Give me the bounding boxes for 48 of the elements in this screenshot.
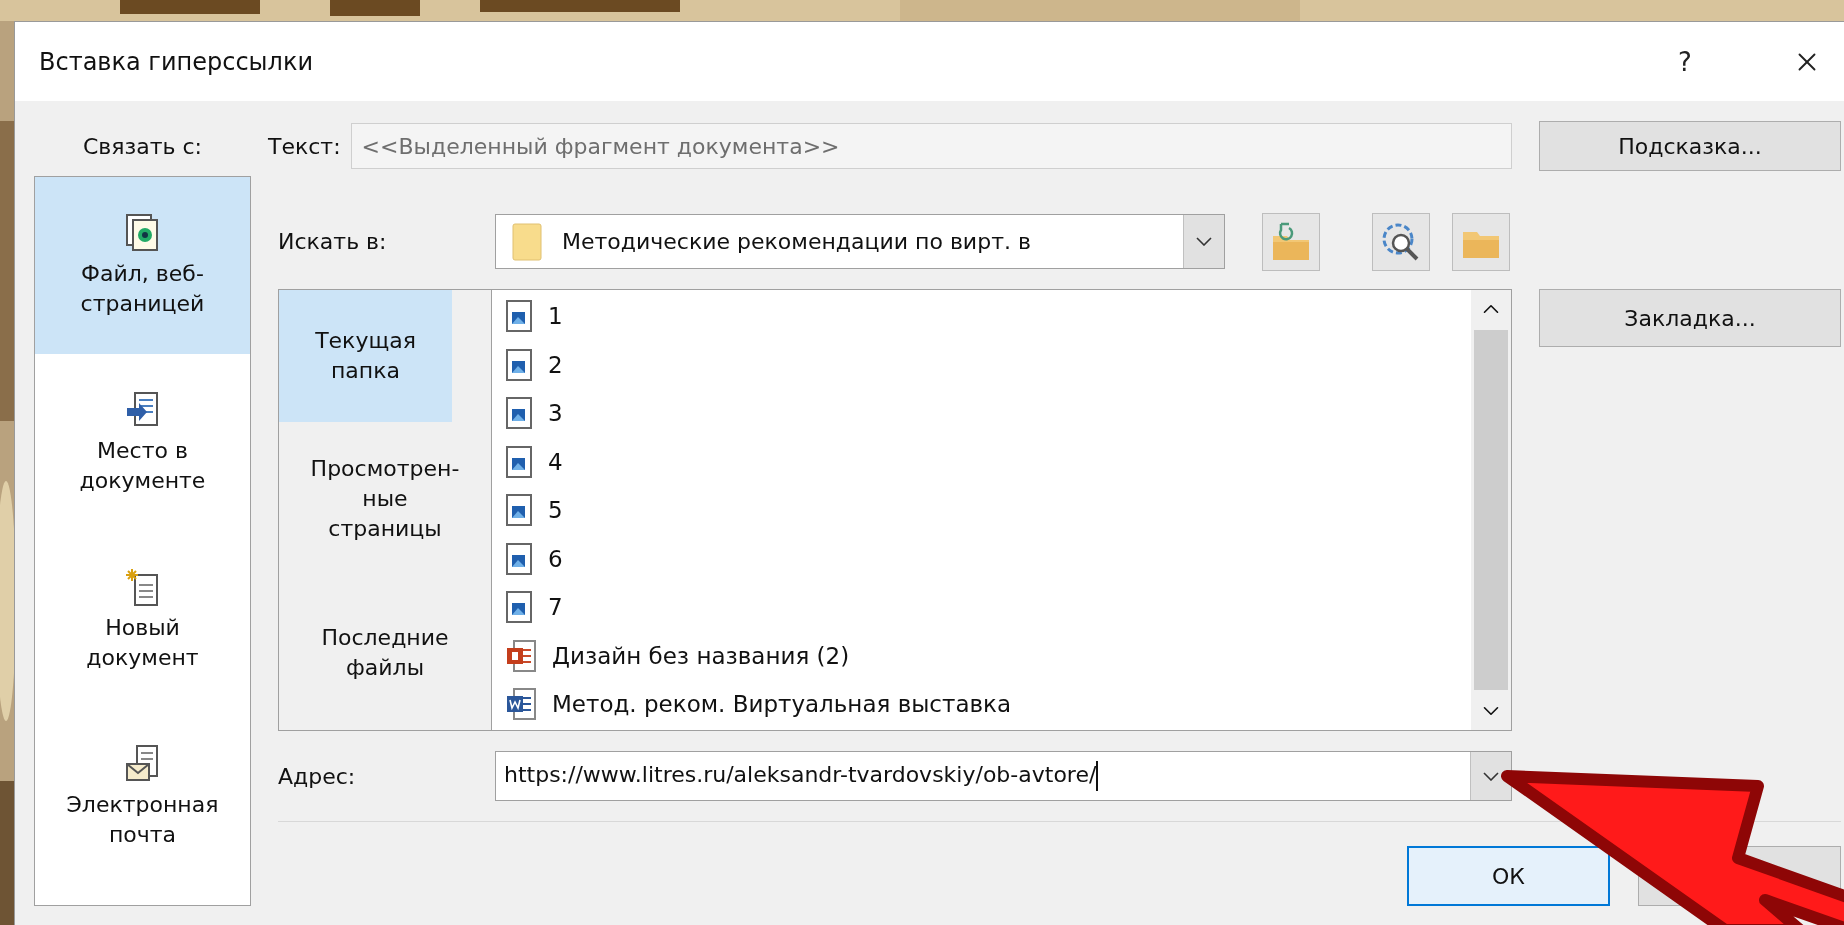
file-item[interactable]: 5 [492,486,1471,535]
place-tab[interactable]: Текущая папка [279,290,452,423]
hint-button[interactable]: Подсказка... [1539,121,1841,171]
folder-up-button[interactable] [1262,212,1320,271]
link-to-label: Связать с: [83,133,202,159]
folder-name: Методические рекомендации по вирт. в [562,229,1031,254]
image-file-icon [506,494,532,527]
link-type-item[interactable]: Файл, веб- страницей [35,177,250,354]
image-file-icon [506,300,532,333]
file-item[interactable]: 3 [492,389,1471,438]
image-file-icon [506,397,532,430]
chevron-down-icon [1483,771,1499,781]
file-item[interactable]: 6 [492,534,1471,583]
dropdown-button[interactable] [1470,752,1511,800]
link-type-item[interactable]: Новый документ [35,531,250,708]
place-tab[interactable]: Просмотрен- ные страницы [279,422,491,577]
browse-folder-button[interactable] [1452,212,1510,271]
file-item[interactable]: Дизайн без названия (2) [492,631,1471,680]
image-file-icon [506,348,532,381]
image-file-icon [506,445,532,478]
address-label: Адрес: [278,763,357,789]
image-file-icon [506,591,532,624]
slides-file-icon [506,639,536,672]
place-tab[interactable]: Последние файлы [279,576,491,730]
folder-icon [512,222,542,261]
address-field[interactable]: https://www.litres.ru/aleksandr-tvardovskiy/ob-avtore/ [495,751,1512,801]
file-item[interactable]: 2 [492,340,1471,389]
file-item[interactable]: Метод. реком. Виртуальная выставка [492,680,1471,729]
file-item[interactable]: 4 [492,437,1471,486]
text-file-icon [506,688,536,721]
scroll-thumb[interactable] [1474,330,1508,690]
file-item[interactable]: 1 [492,292,1471,341]
look-in-dropdown[interactable]: Методические рекомендации по вирт. в [495,214,1225,269]
globe-document-icon [124,212,161,253]
web-search-button[interactable] [1372,212,1430,271]
bookmark-button[interactable]: Закладка... [1539,289,1841,347]
document-envelope-icon [124,743,161,784]
new-document-icon [124,566,161,607]
window-title: Вставка гиперссылки [39,47,314,76]
help-button[interactable]: ? [1655,31,1715,92]
scrollbar[interactable] [1471,290,1511,730]
chevron-down-icon [1196,237,1212,246]
ok-button[interactable]: ОК [1407,846,1610,906]
link-type-item[interactable]: Место в документе [35,354,250,531]
text-label: Текст: [268,133,341,159]
image-file-icon [506,542,532,575]
file-item[interactable]: 7 [492,583,1471,632]
link-type-item[interactable]: Электронная почта [35,708,250,885]
